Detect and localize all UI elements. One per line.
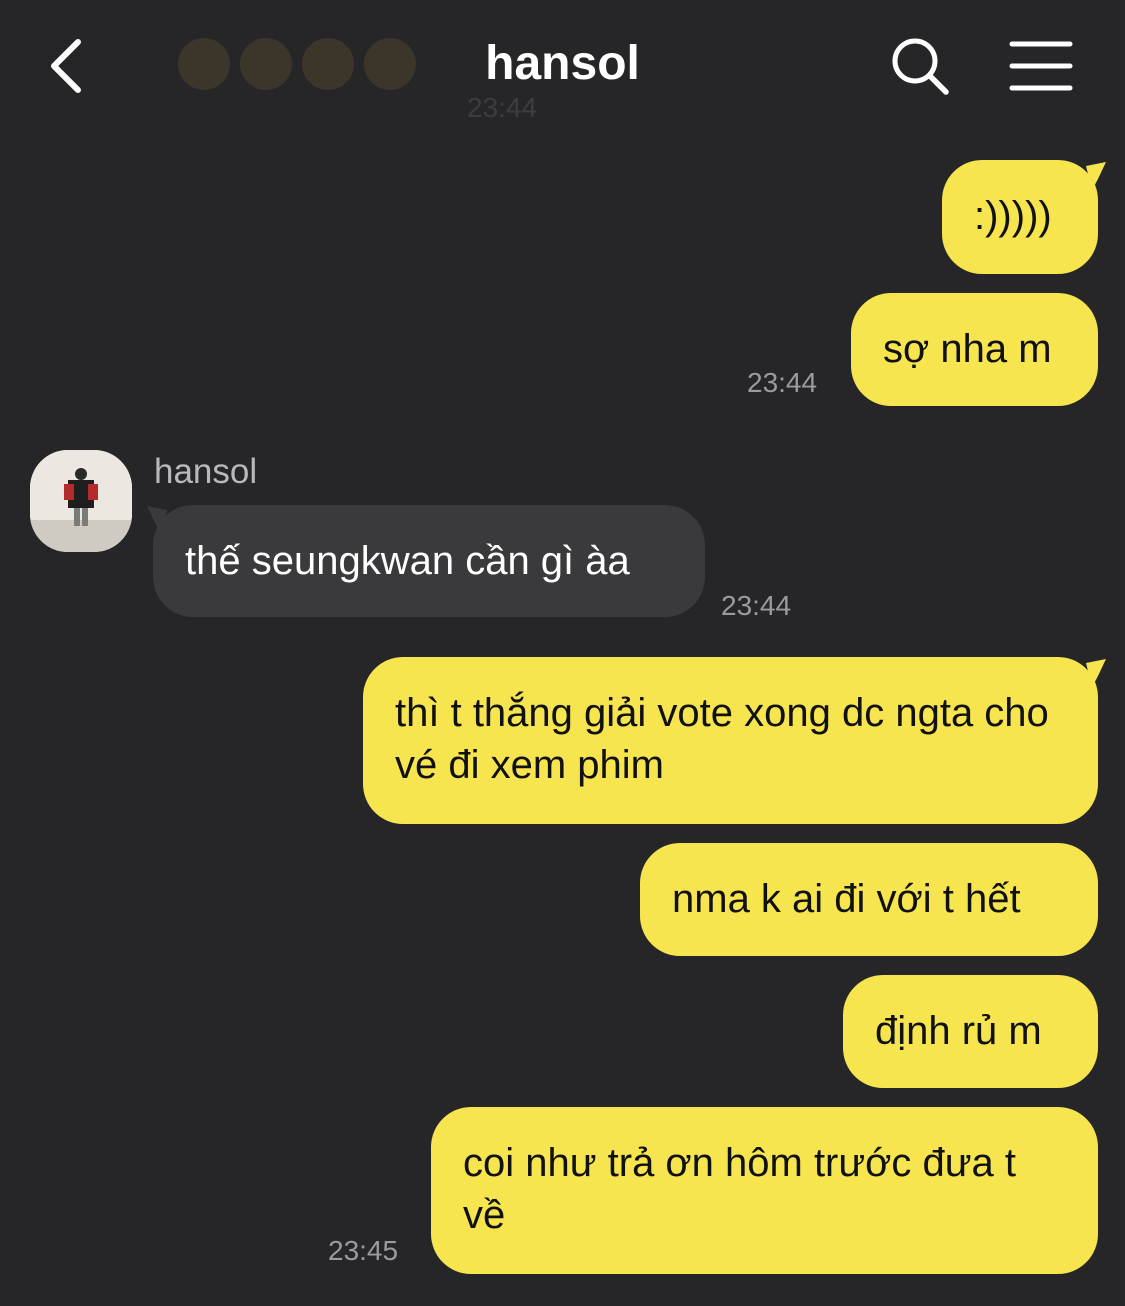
message-text: định rủ m xyxy=(875,1009,1042,1053)
search-icon xyxy=(892,38,949,95)
bubble-tail xyxy=(1086,162,1106,190)
menu-button[interactable] xyxy=(1008,40,1074,92)
chat-title: hansol xyxy=(485,37,640,90)
profile-photo xyxy=(30,450,132,552)
message-text: sợ nha m xyxy=(883,327,1052,371)
outgoing-message-bubble[interactable]: sợ nha m xyxy=(851,293,1098,406)
outgoing-message-bubble[interactable]: coi như trả ơn hôm trước đưa t về xyxy=(431,1107,1098,1274)
incoming-message-bubble[interactable]: thế seungkwan cần gì àa xyxy=(153,505,705,617)
message-text: coi như trả ơn hôm trước đưa t về xyxy=(463,1141,1016,1237)
outgoing-message-bubble[interactable]: thì t thắng giải vote xong dc ngta cho v… xyxy=(363,657,1098,824)
chat-header: 23:44 hansol xyxy=(0,0,1125,135)
outgoing-message-bubble[interactable]: :))))) xyxy=(942,160,1098,274)
avatar[interactable] xyxy=(30,450,132,552)
outgoing-message-bubble[interactable]: nma k ai đi với t hết xyxy=(640,843,1098,956)
message-timestamp: 23:44 xyxy=(747,367,818,398)
outgoing-message-bubble[interactable]: định rủ m xyxy=(843,975,1098,1088)
message-text: thì t thắng giải vote xong dc ngta cho v… xyxy=(395,691,1049,787)
message-text: thế seungkwan cần gì àa xyxy=(185,539,630,583)
bubble-tail xyxy=(1086,659,1106,687)
message-timestamp: 23:44 xyxy=(721,590,792,621)
message-text: :))))) xyxy=(974,194,1052,238)
sender-name: hansol xyxy=(154,452,258,491)
message-text: nma k ai đi với t hết xyxy=(672,877,1021,921)
search-button[interactable] xyxy=(888,34,952,98)
faded-previous-timestamp: 23:44 xyxy=(467,92,538,123)
hamburger-menu-icon xyxy=(1009,41,1073,91)
message-timestamp: 23:45 xyxy=(328,1235,399,1266)
